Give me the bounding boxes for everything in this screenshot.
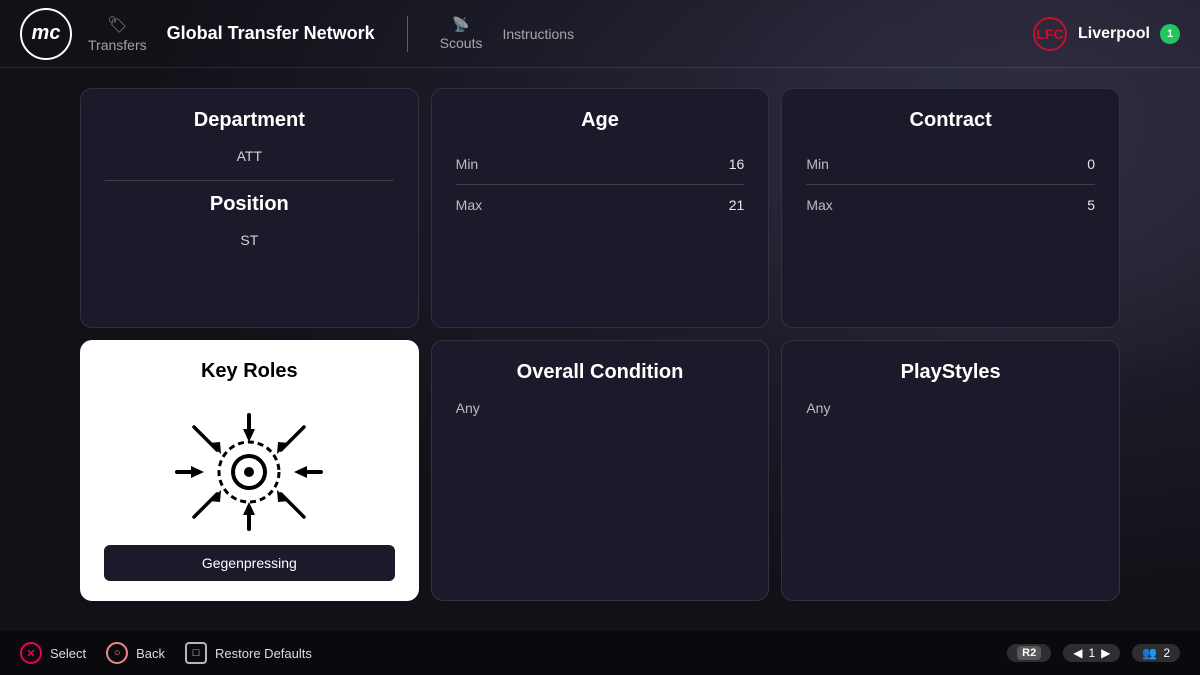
nav-divider: [407, 16, 408, 52]
back-button[interactable]: ○ Back: [106, 642, 165, 664]
department-value: ATT: [105, 148, 394, 164]
contract-max-label: Max: [806, 197, 832, 213]
group-icon: 👥: [1142, 646, 1157, 660]
footer-right: R2 ◀ 1 ▶ 👥 2: [1007, 644, 1180, 662]
playstyles-title: PlayStyles: [806, 361, 1095, 384]
age-card[interactable]: Age Min 16 Max 21: [431, 88, 770, 328]
nav-transfers[interactable]: 🏷 Transfers: [88, 15, 147, 53]
age-divider: [456, 184, 745, 185]
restore-label: Restore Defaults: [215, 646, 312, 661]
nav-links: 🏷 Transfers Global Transfer Network 📡 Sc…: [88, 15, 574, 53]
app-logo: mc: [20, 8, 72, 60]
nav-scouts[interactable]: 📡 Scouts: [440, 16, 483, 51]
main-content: Department ATT Position ST Age Min 16 Ma…: [0, 68, 1200, 621]
r2-badge: R2: [1007, 644, 1051, 662]
position-value: ST: [105, 232, 394, 248]
key-roles-title: Key Roles: [104, 360, 395, 391]
transfers-icon: 🏷: [107, 15, 127, 35]
contract-max-row: Max 5: [806, 189, 1095, 221]
footer-left: ✕ Select ○ Back □ Restore Defaults: [20, 642, 312, 664]
age-min-value: 16: [729, 156, 745, 172]
age-max-row: Max 21: [456, 189, 745, 221]
group-value: 2: [1163, 646, 1170, 660]
next-icon: ▶: [1101, 646, 1110, 660]
r2-label: R2: [1017, 646, 1041, 660]
nav-instructions[interactable]: Instructions: [502, 26, 574, 42]
overall-condition-value: Any: [456, 400, 745, 416]
back-button-icon: ○: [106, 642, 128, 664]
contract-min-value: 0: [1087, 156, 1095, 172]
notification-badge: 1: [1160, 24, 1180, 44]
age-min-row: Min 16: [456, 148, 745, 180]
age-max-label: Max: [456, 197, 482, 213]
svg-text:LFC: LFC: [1036, 26, 1063, 42]
nav-global-transfer[interactable]: Global Transfer Network: [167, 23, 375, 44]
club-name: Liverpool: [1078, 25, 1150, 43]
club-badge: LFC: [1032, 16, 1068, 52]
overall-condition-title: Overall Condition: [456, 361, 745, 384]
footer: ✕ Select ○ Back □ Restore Defaults R2 ◀ …: [0, 631, 1200, 675]
restore-button-icon: □: [185, 642, 207, 664]
position-title: Position: [105, 193, 394, 216]
back-label: Back: [136, 646, 165, 661]
overall-condition-card[interactable]: Overall Condition Any: [431, 340, 770, 601]
r-value: 1: [1088, 646, 1095, 660]
age-title: Age: [456, 109, 745, 132]
key-roles-icon-container: [104, 407, 395, 537]
restore-button[interactable]: □ Restore Defaults: [185, 642, 312, 664]
gegenpressing-icon: [169, 407, 329, 537]
key-roles-badge: Gegenpressing: [104, 545, 395, 581]
contract-max-value: 5: [1087, 197, 1095, 213]
age-min-label: Min: [456, 156, 479, 172]
scouts-icon: 📡: [452, 16, 469, 33]
pagination-badge: ◀ 1 ▶: [1063, 644, 1120, 662]
contract-card[interactable]: Contract Min 0 Max 5: [781, 88, 1120, 328]
age-max-value: 21: [729, 197, 745, 213]
x-button-icon: ✕: [20, 642, 42, 664]
key-roles-card[interactable]: Key Roles: [80, 340, 419, 601]
header-right: LFC Liverpool 1: [1032, 16, 1180, 52]
dept-divider: [105, 180, 394, 181]
prev-icon: ◀: [1073, 646, 1082, 660]
contract-title: Contract: [806, 109, 1095, 132]
department-title: Department: [105, 109, 394, 132]
select-button[interactable]: ✕ Select: [20, 642, 86, 664]
select-label: Select: [50, 646, 86, 661]
playstyles-card[interactable]: PlayStyles Any: [781, 340, 1120, 601]
lfc-badge-icon: LFC: [1032, 16, 1068, 52]
contract-min-label: Min: [806, 156, 829, 172]
contract-divider: [806, 184, 1095, 185]
group-badge: 👥 2: [1132, 644, 1180, 662]
header: mc 🏷 Transfers Global Transfer Network 📡…: [0, 0, 1200, 68]
contract-min-row: Min 0: [806, 148, 1095, 180]
department-card[interactable]: Department ATT Position ST: [80, 88, 419, 328]
playstyles-value: Any: [806, 400, 1095, 416]
